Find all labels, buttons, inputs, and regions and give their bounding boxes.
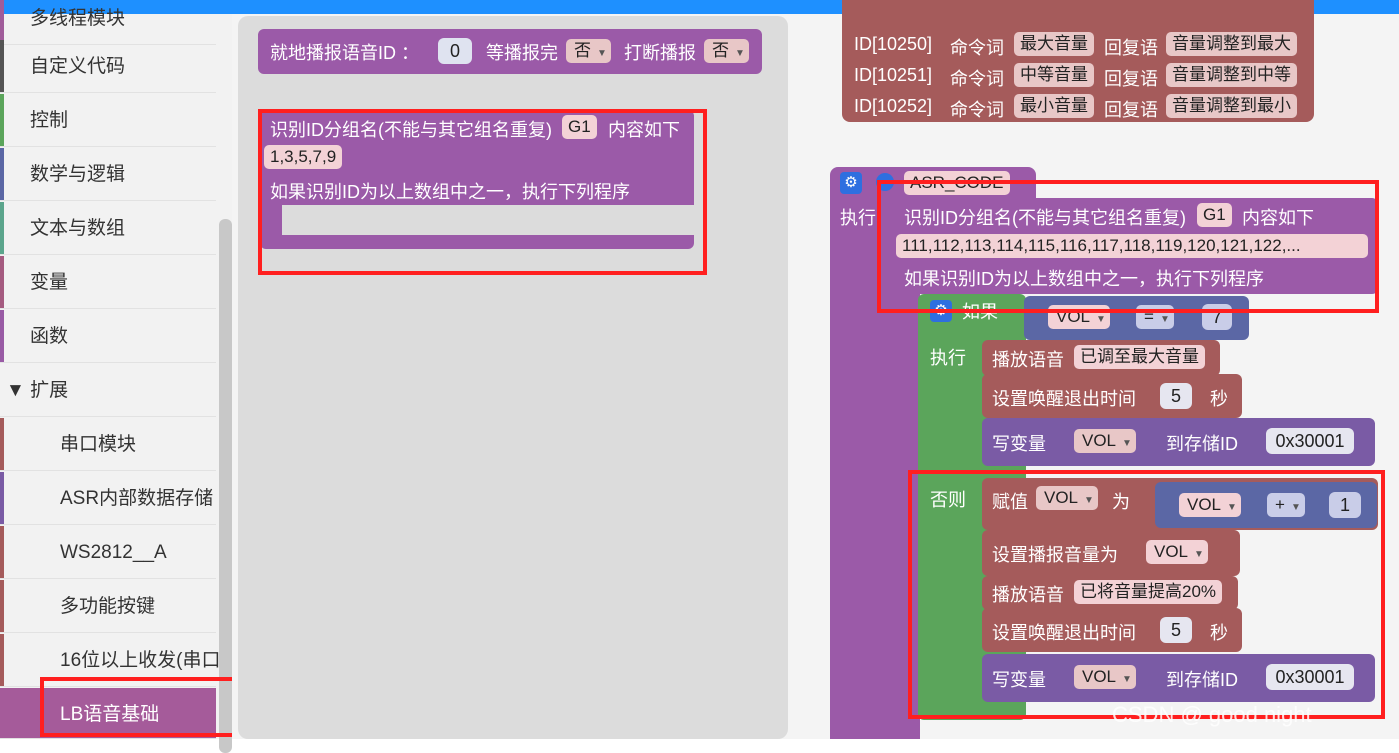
variable-dropdown[interactable]: VOL ▼: [1179, 493, 1241, 517]
asr-code-body: 执行: [830, 200, 894, 739]
write-variable-block[interactable]: 写变量 VOL ▼ 到存储ID 0x30001: [982, 418, 1375, 466]
sidebar-item-math-logic[interactable]: 数学与逻辑: [0, 148, 216, 201]
operator-dropdown[interactable]: + ▼: [1267, 493, 1305, 517]
asr-code-header[interactable]: ⚙ ASR_CODE: [830, 167, 1036, 201]
compare-value-input[interactable]: 7: [1202, 304, 1232, 330]
timeout-input[interactable]: 5: [1160, 617, 1192, 643]
sidebar-item-16bit-serial[interactable]: 16位以上收发(串口: [0, 634, 220, 687]
sidebar-item-lb-voice[interactable]: LB语音基础: [0, 688, 216, 739]
category-sidebar: 多线程模块 自定义代码 控制 数学与逻辑 文本与数组 变量 函数 ▼ 扩展 串口…: [0, 0, 232, 753]
compare-block[interactable]: VOL ▼ = ▼ 7: [1024, 296, 1249, 340]
wait-dropdown[interactable]: 否 ▼: [566, 39, 611, 63]
sidebar-item-custom-code[interactable]: 自定义代码: [0, 40, 216, 93]
chevron-down-icon: ▼: [735, 48, 745, 59]
reply-field[interactable]: 音量调整到最大: [1166, 32, 1297, 56]
id-group-block[interactable]: 识别ID分组名(不能与其它组名重复) G1 内容如下 111,112,113,1…: [892, 198, 1378, 294]
id-group-block[interactable]: 识别ID分组名(不能与其它组名重复) G1 内容如下 1,3,5,7,9 如果识…: [260, 110, 694, 205]
wake-timeout-block[interactable]: 设置唤醒退出时间 5 秒: [982, 608, 1242, 652]
variable-dropdown[interactable]: VOL ▼: [1074, 665, 1136, 689]
block-flyout: 就地播报语音ID ： 0 等播报完 否 ▼ 打断播报 否 ▼ 识别ID分组名(不能与…: [238, 16, 788, 739]
variable-dropdown[interactable]: VOL ▼: [1048, 305, 1110, 329]
sidebar-item-threads[interactable]: 多线程模块: [0, 0, 216, 45]
interrupt-dropdown[interactable]: 否 ▼: [704, 39, 749, 63]
group-name-field[interactable]: G1: [562, 115, 597, 139]
sidebar-item-asr-storage[interactable]: ASR内部数据存储: [0, 472, 216, 525]
write-variable-block[interactable]: 写变量 VOL ▼ 到存储ID 0x30001: [982, 654, 1375, 702]
timeout-input[interactable]: 5: [1160, 383, 1192, 409]
voice-text-field[interactable]: 已调至最大音量: [1074, 345, 1205, 369]
operator-dropdown[interactable]: = ▼: [1136, 305, 1174, 329]
function-name-field[interactable]: ASR_CODE: [904, 171, 1010, 195]
group-block-side: [260, 204, 282, 236]
command-list-block[interactable]: ID[10250] 命令词 最大音量 回复语 音量调整到最大 ID[10251]…: [842, 0, 1314, 122]
voice-text-field[interactable]: 已将音量提高20%: [1074, 580, 1223, 604]
play-voice-block[interactable]: 播放语音 已调至最大音量: [982, 340, 1220, 376]
sidebar-item-control[interactable]: 控制: [0, 94, 216, 147]
chevron-down-icon: ▼: [1122, 674, 1132, 685]
chevron-down-icon: ▼: [1227, 502, 1237, 513]
variable-dropdown[interactable]: VOL ▼: [1074, 429, 1136, 453]
watermark: CSDN @ good night: [1112, 702, 1312, 727]
sidebar-item-ws2812[interactable]: WS2812__A: [0, 526, 216, 579]
command-word-field[interactable]: 最小音量: [1014, 94, 1094, 118]
wake-timeout-block[interactable]: 设置唤醒退出时间 5 秒: [982, 374, 1242, 418]
sidebar-item-text-array[interactable]: 文本与数组: [0, 202, 216, 255]
chevron-down-icon: ▼: [1194, 549, 1204, 560]
chevron-down-icon: ▼: [1122, 438, 1132, 449]
sidebar-item-multi-button[interactable]: 多功能按键: [0, 580, 216, 633]
chevron-down-icon: ▼: [597, 48, 607, 59]
group-block-side: [892, 292, 920, 739]
play-voice-block[interactable]: 播放语音 已将音量提高20%: [982, 576, 1238, 610]
gear-icon[interactable]: ⚙: [930, 300, 952, 322]
group-name-field[interactable]: G1: [1197, 203, 1232, 227]
chevron-down-icon: ▼: [1159, 314, 1170, 325]
storage-id-input[interactable]: 0x30001: [1266, 664, 1354, 690]
voice-id-input[interactable]: 0: [438, 38, 472, 64]
command-word-field[interactable]: 最大音量: [1014, 32, 1094, 56]
command-word-field[interactable]: 中等音量: [1014, 63, 1094, 87]
reply-field[interactable]: 音量调整到最小: [1166, 94, 1297, 118]
sidebar-item-variables[interactable]: 变量: [0, 256, 216, 309]
reply-field[interactable]: 音量调整到中等: [1166, 63, 1297, 87]
sidebar-item-functions[interactable]: 函数: [0, 310, 216, 363]
set-volume-block[interactable]: 设置播报音量为 VOL ▼: [982, 530, 1240, 576]
gear-icon[interactable]: ⚙: [840, 172, 862, 194]
chevron-down-icon: ▼: [1084, 495, 1094, 506]
variable-dropdown[interactable]: VOL ▼: [1036, 486, 1098, 510]
group-ids-field[interactable]: 111,112,113,114,115,116,117,118,119,120,…: [896, 234, 1368, 258]
group-ids-field[interactable]: 1,3,5,7,9: [264, 145, 343, 169]
toggle-icon[interactable]: [876, 173, 894, 191]
sidebar-item-serial[interactable]: 串口模块: [0, 418, 216, 471]
play-voice-id-block[interactable]: 就地播报语音ID ： 0 等播报完 否 ▼ 打断播报 否 ▼: [258, 29, 762, 74]
variable-dropdown[interactable]: VOL ▼: [1146, 540, 1208, 564]
sidebar-item-extensions[interactable]: ▼ 扩展: [0, 364, 216, 417]
storage-id-input[interactable]: 0x30001: [1266, 428, 1354, 454]
sidebar-scrollbar[interactable]: [219, 219, 232, 753]
arithmetic-block[interactable]: VOL ▼ + ▼ 1: [1155, 482, 1377, 528]
group-block-footer: [260, 235, 694, 249]
addend-input[interactable]: 1: [1329, 492, 1361, 518]
chevron-down-icon: ▼: [1096, 314, 1106, 325]
chevron-down-icon: ▼: [1290, 502, 1301, 513]
